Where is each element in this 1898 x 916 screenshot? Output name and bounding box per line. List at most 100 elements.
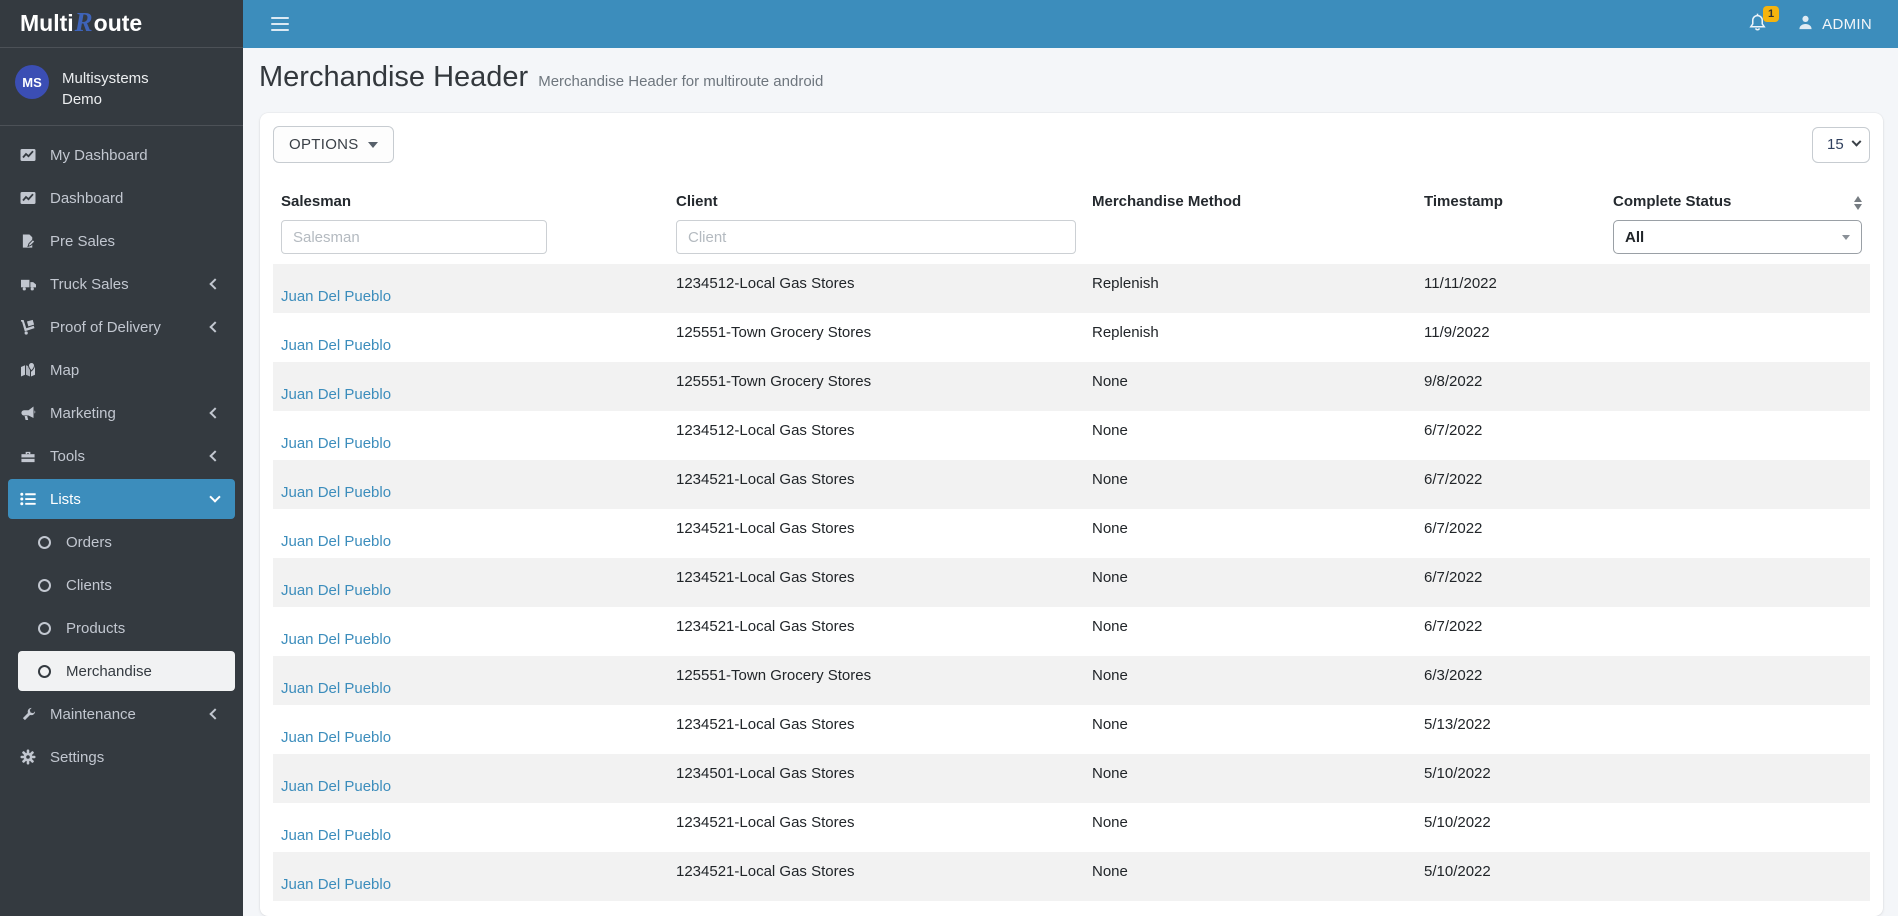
salesman-link[interactable]: Juan Del Pueblo <box>281 876 391 893</box>
top-navbar: 1 ADMIN <box>243 0 1898 48</box>
sidebar-item-proof-of-delivery[interactable]: Proof of Delivery <box>8 307 235 347</box>
user-label: ADMIN <box>1822 16 1872 33</box>
salesman-link[interactable]: Juan Del Pueblo <box>281 582 391 599</box>
timestamp-cell: 5/10/2022 <box>1416 754 1605 803</box>
timestamp-cell: 6/7/2022 <box>1416 558 1605 607</box>
salesman-link[interactable]: Juan Del Pueblo <box>281 533 391 550</box>
client-cell: 125551-Town Grocery Stores <box>668 313 1084 362</box>
chevron-left-icon <box>209 407 220 418</box>
sidebar-item-my-dashboard[interactable]: My Dashboard <box>8 135 235 175</box>
client-cell: 1234521-Local Gas Stores <box>668 460 1084 509</box>
status-filter-select[interactable]: All <box>1613 220 1862 254</box>
method-cell: None <box>1084 705 1416 754</box>
method-cell: None <box>1084 558 1416 607</box>
salesman-link[interactable]: Juan Del Pueblo <box>281 386 391 403</box>
method-cell: None <box>1084 362 1416 411</box>
table-row: Juan Del Pueblo 1234521-Local Gas Stores… <box>273 705 1870 754</box>
column-header-timestamp: Timestamp <box>1416 179 1605 220</box>
sidebar-item-merchandise[interactable]: Merchandise <box>18 651 235 691</box>
app-logo[interactable]: MultiRoute <box>0 0 243 48</box>
sidebar-item-truck-sales[interactable]: Truck Sales <box>8 264 235 304</box>
notification-badge: 1 <box>1763 6 1779 22</box>
sidebar-item-lists[interactable]: Lists <box>8 479 235 519</box>
caret-down-icon <box>1842 235 1850 240</box>
client-cell: 125551-Town Grocery Stores <box>668 656 1084 705</box>
sidebar-item-clients[interactable]: Clients <box>18 565 235 605</box>
client-cell: 1234521-Local Gas Stores <box>668 803 1084 852</box>
timestamp-cell: 11/9/2022 <box>1416 313 1605 362</box>
salesman-link[interactable]: Juan Del Pueblo <box>281 337 391 354</box>
salesman-link[interactable]: Juan Del Pueblo <box>281 827 391 844</box>
logo-r-glyph: R <box>75 7 93 38</box>
caret-down-icon <box>368 142 378 148</box>
sidebar: MultiRoute MS Multisystems Demo My Dashb… <box>0 0 243 916</box>
dolly-icon <box>18 319 38 335</box>
chevron-left-icon <box>209 321 220 332</box>
method-cell: None <box>1084 460 1416 509</box>
sort-icon[interactable] <box>1854 196 1862 210</box>
bullhorn-icon <box>18 405 38 421</box>
circle-icon <box>34 663 54 679</box>
sidebar-item-maintenance[interactable]: Maintenance <box>8 694 235 734</box>
menu-toggle-icon[interactable] <box>265 11 295 38</box>
salesman-link[interactable]: Juan Del Pueblo <box>281 484 391 501</box>
method-cell: None <box>1084 754 1416 803</box>
circle-icon <box>34 577 54 593</box>
sidebar-item-orders[interactable]: Orders <box>18 522 235 562</box>
table-row: Juan Del Pueblo 125551-Town Grocery Stor… <box>273 313 1870 362</box>
client-cell: 1234521-Local Gas Stores <box>668 852 1084 901</box>
salesman-link[interactable]: Juan Del Pueblo <box>281 778 391 795</box>
chevron-down-icon <box>1852 137 1862 147</box>
method-cell: Replenish <box>1084 313 1416 362</box>
method-cell: Replenish <box>1084 264 1416 313</box>
page-subtitle: Merchandise Header for multiroute androi… <box>538 73 823 90</box>
salesman-link[interactable]: Juan Del Pueblo <box>281 288 391 305</box>
client-cell: 1234521-Local Gas Stores <box>668 607 1084 656</box>
column-header-method: Merchandise Method <box>1084 179 1416 220</box>
sidebar-item-products[interactable]: Products <box>18 608 235 648</box>
sidebar-item-tools[interactable]: Tools <box>8 436 235 476</box>
column-header-salesman: Salesman <box>273 179 668 220</box>
page-header: Merchandise Header Merchandise Header fo… <box>243 48 1898 94</box>
merchandise-card: OPTIONS 15 Salesman Client Merchandise M… <box>260 113 1883 916</box>
user-menu[interactable]: ADMIN <box>1797 14 1872 35</box>
chart-line-icon <box>18 147 38 163</box>
page-title: Merchandise Header <box>259 61 528 94</box>
salesman-link[interactable]: Juan Del Pueblo <box>281 631 391 648</box>
sidebar-item-settings[interactable]: Settings <box>8 737 235 777</box>
method-cell: None <box>1084 509 1416 558</box>
merchandise-table: Salesman Client Merchandise Method Times… <box>273 179 1870 901</box>
sidebar-item-dashboard[interactable]: Dashboard <box>8 178 235 218</box>
table-row: Juan Del Pueblo 125551-Town Grocery Stor… <box>273 362 1870 411</box>
salesman-link[interactable]: Juan Del Pueblo <box>281 435 391 452</box>
options-button[interactable]: OPTIONS <box>273 126 394 163</box>
chevron-down-icon <box>209 491 220 502</box>
gear-icon <box>18 749 38 765</box>
sidebar-item-map[interactable]: Map <box>8 350 235 390</box>
salesman-filter-input[interactable] <box>281 220 547 254</box>
page-size-select[interactable]: 15 <box>1812 127 1870 163</box>
navbar-right: 1 ADMIN <box>1748 12 1898 37</box>
chevron-left-icon <box>209 278 220 289</box>
table-row: Juan Del Pueblo 1234521-Local Gas Stores… <box>273 509 1870 558</box>
client-cell: 1234512-Local Gas Stores <box>668 264 1084 313</box>
notifications-button[interactable]: 1 <box>1748 12 1767 37</box>
account-name: Multisystems Demo <box>62 65 149 110</box>
client-cell: 1234512-Local Gas Stores <box>668 411 1084 460</box>
salesman-link[interactable]: Juan Del Pueblo <box>281 680 391 697</box>
circle-icon <box>34 620 54 636</box>
sidebar-item-marketing[interactable]: Marketing <box>8 393 235 433</box>
logo-text-oute: oute <box>94 10 143 37</box>
timestamp-cell: 5/10/2022 <box>1416 803 1605 852</box>
timestamp-cell: 6/7/2022 <box>1416 509 1605 558</box>
table-row: Juan Del Pueblo 1234521-Local Gas Stores… <box>273 852 1870 901</box>
circle-icon <box>34 534 54 550</box>
client-filter-input[interactable] <box>676 220 1076 254</box>
filter-row: All <box>273 220 1870 264</box>
table-row: Juan Del Pueblo 1234512-Local Gas Stores… <box>273 411 1870 460</box>
user-panel[interactable]: MS Multisystems Demo <box>0 48 243 126</box>
salesman-link[interactable]: Juan Del Pueblo <box>281 729 391 746</box>
card-toolbar: OPTIONS 15 <box>273 126 1870 163</box>
truck-icon <box>18 276 38 292</box>
sidebar-item-pre-sales[interactable]: Pre Sales <box>8 221 235 261</box>
